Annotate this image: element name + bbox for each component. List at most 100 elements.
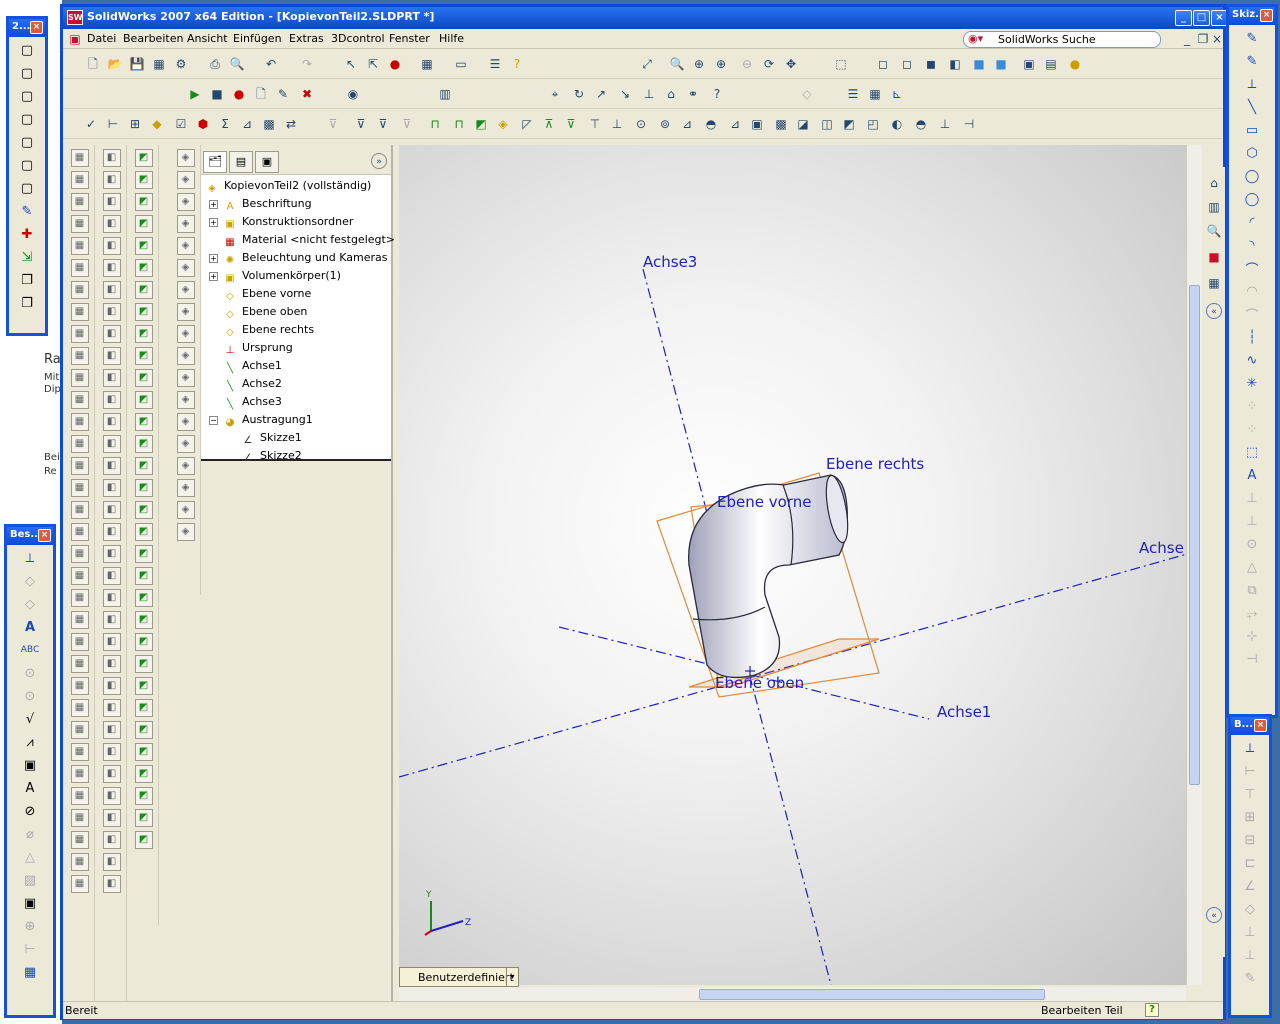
strip-tool-icon[interactable]: ◧ (102, 149, 121, 167)
stop-macro-icon[interactable]: ■ (209, 86, 225, 102)
fillet-icon[interactable]: ◸ (519, 116, 535, 132)
strip-tool-icon[interactable]: ◈ (176, 325, 195, 343)
ellipse-icon[interactable]: ◠ (1242, 281, 1262, 301)
tree-item[interactable]: ◕ Austragung1 (223, 411, 313, 429)
strip-tool-icon[interactable]: ◧ (102, 589, 121, 607)
properties-icon[interactable]: ▦ (151, 56, 167, 72)
new-icon[interactable]: 🗋 (85, 56, 101, 72)
strip-tool-icon[interactable]: ◈ (176, 215, 195, 233)
copy-sketch-icon[interactable]: ↘ (617, 86, 633, 102)
strip-tool-icon[interactable]: ◈ (176, 413, 195, 431)
chamfer-icon[interactable]: ⊼ (541, 116, 557, 132)
tree-expander[interactable]: + (209, 200, 218, 209)
scale-icon[interactable]: ◪ (795, 116, 811, 132)
hidden-lines-icon[interactable]: ◻ (899, 56, 915, 72)
strip-tool-icon[interactable]: ◧ (102, 765, 121, 783)
dome-icon[interactable]: ⌂ (663, 86, 679, 102)
floating-toolbar-title-bar[interactable]: Skiz... × (1229, 7, 1275, 25)
auto-balloon-icon[interactable]: ⊙ (20, 686, 40, 706)
strip-tool-icon[interactable]: ◧ (102, 369, 121, 387)
question-icon[interactable]: ? (709, 86, 725, 102)
box-tool-icon[interactable]: ▢ (17, 40, 37, 60)
checkbox-icon[interactable]: ☑ (173, 116, 189, 132)
tree-item[interactable]: ∠ Skizze1 (241, 429, 302, 447)
strip-tool-icon[interactable]: ◩ (134, 325, 153, 343)
strip-tool-icon[interactable]: ◈ (176, 501, 195, 519)
wireframe-icon[interactable]: ◻ (875, 56, 891, 72)
strip-tool-icon[interactable]: ◩ (134, 699, 153, 717)
floating-toolbar-title-bar[interactable]: 2... × (9, 19, 45, 37)
smart-dimension-icon[interactable]: ⟂ (1240, 738, 1260, 758)
strip-tool-icon[interactable]: ◩ (134, 523, 153, 541)
strip-tool-icon[interactable]: ◩ (134, 193, 153, 211)
material-icon[interactable]: ⬢ (195, 116, 211, 132)
rectangle-icon[interactable]: ▭ (1242, 120, 1262, 140)
cancel-macro-icon[interactable]: ✖ (299, 86, 315, 102)
strip-tool-icon[interactable]: ▦ (70, 281, 89, 299)
strip-tool-icon[interactable]: ▦ (70, 457, 89, 475)
geometric-tolerance-icon[interactable]: ▣ (20, 755, 40, 775)
tree-item[interactable]: ▣ Konstruktionsordner (223, 213, 353, 231)
strip-tool-icon[interactable]: ▦ (70, 479, 89, 497)
strip-tool-icon[interactable]: ◈ (176, 281, 195, 299)
fix-icon[interactable]: ⊙ (1242, 534, 1262, 554)
shaded-icon[interactable]: ■ (971, 56, 987, 72)
menu-3dcontrol[interactable]: 3Dcontrol (331, 32, 385, 45)
strip-tool-icon[interactable]: ◈ (176, 479, 195, 497)
feature-tree-tab[interactable]: 🗂 (203, 151, 227, 173)
strip-tool-icon[interactable]: ◈ (176, 303, 195, 321)
tree-root[interactable]: ◈ KopievonTeil2 (vollständig) (205, 177, 371, 195)
tree-item[interactable]: ◇ Ebene oben (223, 303, 307, 321)
strip-tool-icon[interactable]: ◈ (176, 347, 195, 365)
tree-expander[interactable]: − (209, 416, 218, 425)
macro-tool-icon[interactable]: ◉ (345, 86, 361, 102)
smart-dimension-icon[interactable]: ⟂ (1242, 74, 1262, 94)
filter-icon[interactable]: ⊽ (325, 116, 341, 132)
center-mark-icon[interactable]: ⊕ (20, 916, 40, 936)
close-toolbar-icon[interactable]: × (38, 529, 51, 542)
strip-tool-icon[interactable]: ◧ (102, 325, 121, 343)
vertical-dimension-icon[interactable]: ⊤ (1240, 784, 1260, 804)
strip-tool-icon[interactable]: ▦ (70, 611, 89, 629)
intersect-icon[interactable]: ⊣ (961, 116, 977, 132)
centerline-icon[interactable]: ⊢ (20, 939, 40, 959)
view-orientation-icon[interactable]: ⬚ (833, 56, 849, 72)
rib-icon[interactable]: ⊤ (587, 116, 603, 132)
select-icon[interactable]: ↖ (343, 56, 359, 72)
mass-props-icon[interactable]: ▩ (261, 116, 277, 132)
copy-tool-icon[interactable]: ❐ (17, 293, 37, 313)
table-tool-icon[interactable]: ▦ (20, 962, 40, 982)
angular-dimension-icon[interactable]: ∠ (1240, 876, 1260, 896)
view-config-dropdown-icon[interactable]: ▾ (506, 968, 518, 986)
strip-tool-icon[interactable]: ▦ (70, 677, 89, 695)
strip-tool-icon[interactable]: ◧ (102, 215, 121, 233)
strip-tool-icon[interactable]: ▦ (70, 303, 89, 321)
file-explorer-icon[interactable]: 🔍 (1206, 223, 1222, 239)
strip-tool-icon[interactable]: ▦ (70, 743, 89, 761)
strip-tool-icon[interactable]: ◩ (134, 787, 153, 805)
tree-item[interactable]: ◇ Ebene vorne (223, 285, 311, 303)
dimension-tool-icon[interactable]: ◇ (20, 571, 40, 591)
surface-finish-icon[interactable]: √ (20, 709, 40, 729)
draft-icon[interactable]: ⊥ (609, 116, 625, 132)
grid-icon[interactable]: ▦ (419, 56, 435, 72)
strip-tool-icon[interactable]: ◧ (102, 677, 121, 695)
filter-edges-icon[interactable]: ⊽ (375, 116, 391, 132)
note-icon[interactable]: ◆ (149, 116, 165, 132)
loft-icon[interactable]: ◈ (495, 116, 511, 132)
zoom-icon[interactable]: 🔍 (669, 56, 685, 72)
doc-minimize-button[interactable]: _ (1179, 31, 1195, 47)
convert-entities-icon[interactable]: ⥅ (1242, 603, 1262, 623)
close-toolbar-icon[interactable]: × (1254, 719, 1267, 732)
strip-tool-icon[interactable]: ◧ (102, 391, 121, 409)
strip-tool-icon[interactable]: ▦ (70, 259, 89, 277)
baseline-dimension-icon[interactable]: ⊞ (1240, 807, 1260, 827)
document-icon[interactable]: ▣ (67, 31, 83, 47)
dimension-icon[interactable]: ⊢ (105, 116, 121, 132)
tree-item[interactable]: ▣ Volumenkörper(1) (223, 267, 341, 285)
strip-tool-icon[interactable]: ▦ (70, 435, 89, 453)
strip-tool-icon[interactable]: ◧ (102, 413, 121, 431)
view-palette-icon[interactable]: ▦ (1206, 275, 1222, 291)
camera-icon[interactable]: ▤ (1043, 56, 1059, 72)
search-box[interactable]: ◉▾ SolidWorks Suche (963, 31, 1161, 48)
